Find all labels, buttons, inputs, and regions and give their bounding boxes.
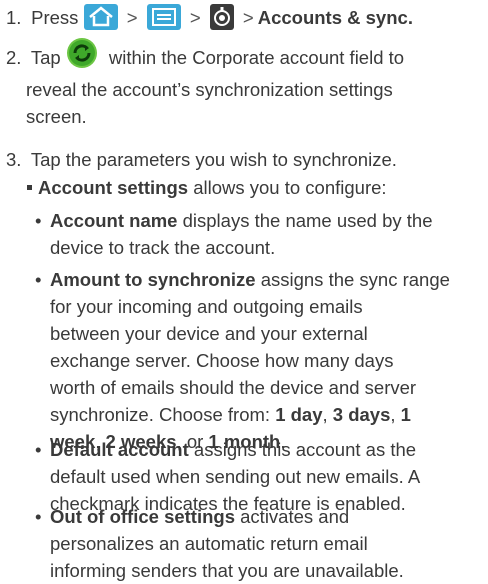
- bullet-text: worth of emails should the device and se…: [50, 377, 417, 398]
- bullet-out-of-office: • Out of office settings activates and p…: [35, 503, 480, 584]
- option-1-day: 1 day: [275, 404, 323, 425]
- sync-icon: [66, 37, 98, 76]
- bullet-account-name: • Account name displays the name used by…: [35, 207, 480, 261]
- step-2-line-1: within the Corporate account field to: [108, 46, 405, 68]
- step-2: 2. Tap within the Corporate account fiel…: [6, 38, 482, 130]
- bullet-label: Account name: [50, 210, 178, 231]
- bullet-dot-icon: •: [35, 506, 42, 527]
- separator: >: [126, 7, 138, 28]
- bullet-text: displays the name used by the: [177, 210, 433, 231]
- bullet-dot-icon: •: [35, 439, 42, 460]
- step-number: 2.: [6, 46, 22, 68]
- bullet-text: exchange server. Choose how many days: [50, 350, 394, 371]
- accounts-sync-label: Accounts & sync.: [257, 7, 413, 28]
- option-1-week-a: 1: [400, 404, 411, 425]
- bullet-dot-icon: •: [35, 269, 42, 290]
- bullet-text: device to track the account.: [50, 237, 276, 258]
- bullet-dot-icon: •: [35, 210, 42, 231]
- bullet-label: Default account: [50, 439, 189, 460]
- manual-page: 1. Press > > > Accounts & sync. 2. Tap w…: [0, 0, 488, 584]
- account-settings-text: allows you to configure:: [188, 177, 387, 198]
- bullet-text: assigns the sync range: [255, 269, 450, 290]
- step-number: 1.: [6, 7, 22, 28]
- home-icon: [83, 4, 118, 31]
- step-1-text: Press: [31, 7, 79, 28]
- bullet-text: synchronize. Choose from:: [50, 404, 276, 425]
- step-2-tap: Tap: [30, 46, 61, 68]
- step-3-text: Tap the parameters you wish to synchroni…: [30, 149, 397, 170]
- bullet-text: informing senders that you are unavailab…: [50, 560, 404, 581]
- bullet-text: between your device and your external: [50, 323, 368, 344]
- option-3-days: 3 days: [332, 404, 391, 425]
- bullet-text: personalizes an automatic return email: [50, 533, 368, 554]
- menu-icon: [146, 4, 181, 31]
- bullet-label: Amount to synchronize: [50, 269, 256, 290]
- step-number: 3.: [6, 149, 22, 170]
- bullet-text: default used when sending out new emails…: [50, 466, 421, 487]
- separator: >: [189, 7, 201, 28]
- bullet-amount-to-synchronize: • Amount to synchronize assigns the sync…: [35, 266, 480, 455]
- step-1: 1. Press > > > Accounts & sync.: [6, 4, 482, 31]
- step-2-line-3: screen.: [26, 106, 87, 127]
- step-3: 3. Tap the parameters you wish to synchr…: [6, 146, 482, 173]
- bullet-label: Out of office settings: [50, 506, 235, 527]
- account-settings-item: Account settings allows you to configure…: [27, 174, 482, 201]
- settings-icon: [209, 4, 234, 31]
- account-settings-label: Account settings: [38, 177, 189, 198]
- square-bullet-icon: [27, 185, 32, 191]
- step-2-line-2: reveal the account’s synchronization set…: [26, 79, 393, 100]
- bullet-text: for your incoming and outgoing emails: [50, 296, 363, 317]
- bullet-text: activates and: [235, 506, 350, 527]
- bullet-text: assigns this account as the: [188, 439, 417, 460]
- separator: >: [242, 7, 254, 28]
